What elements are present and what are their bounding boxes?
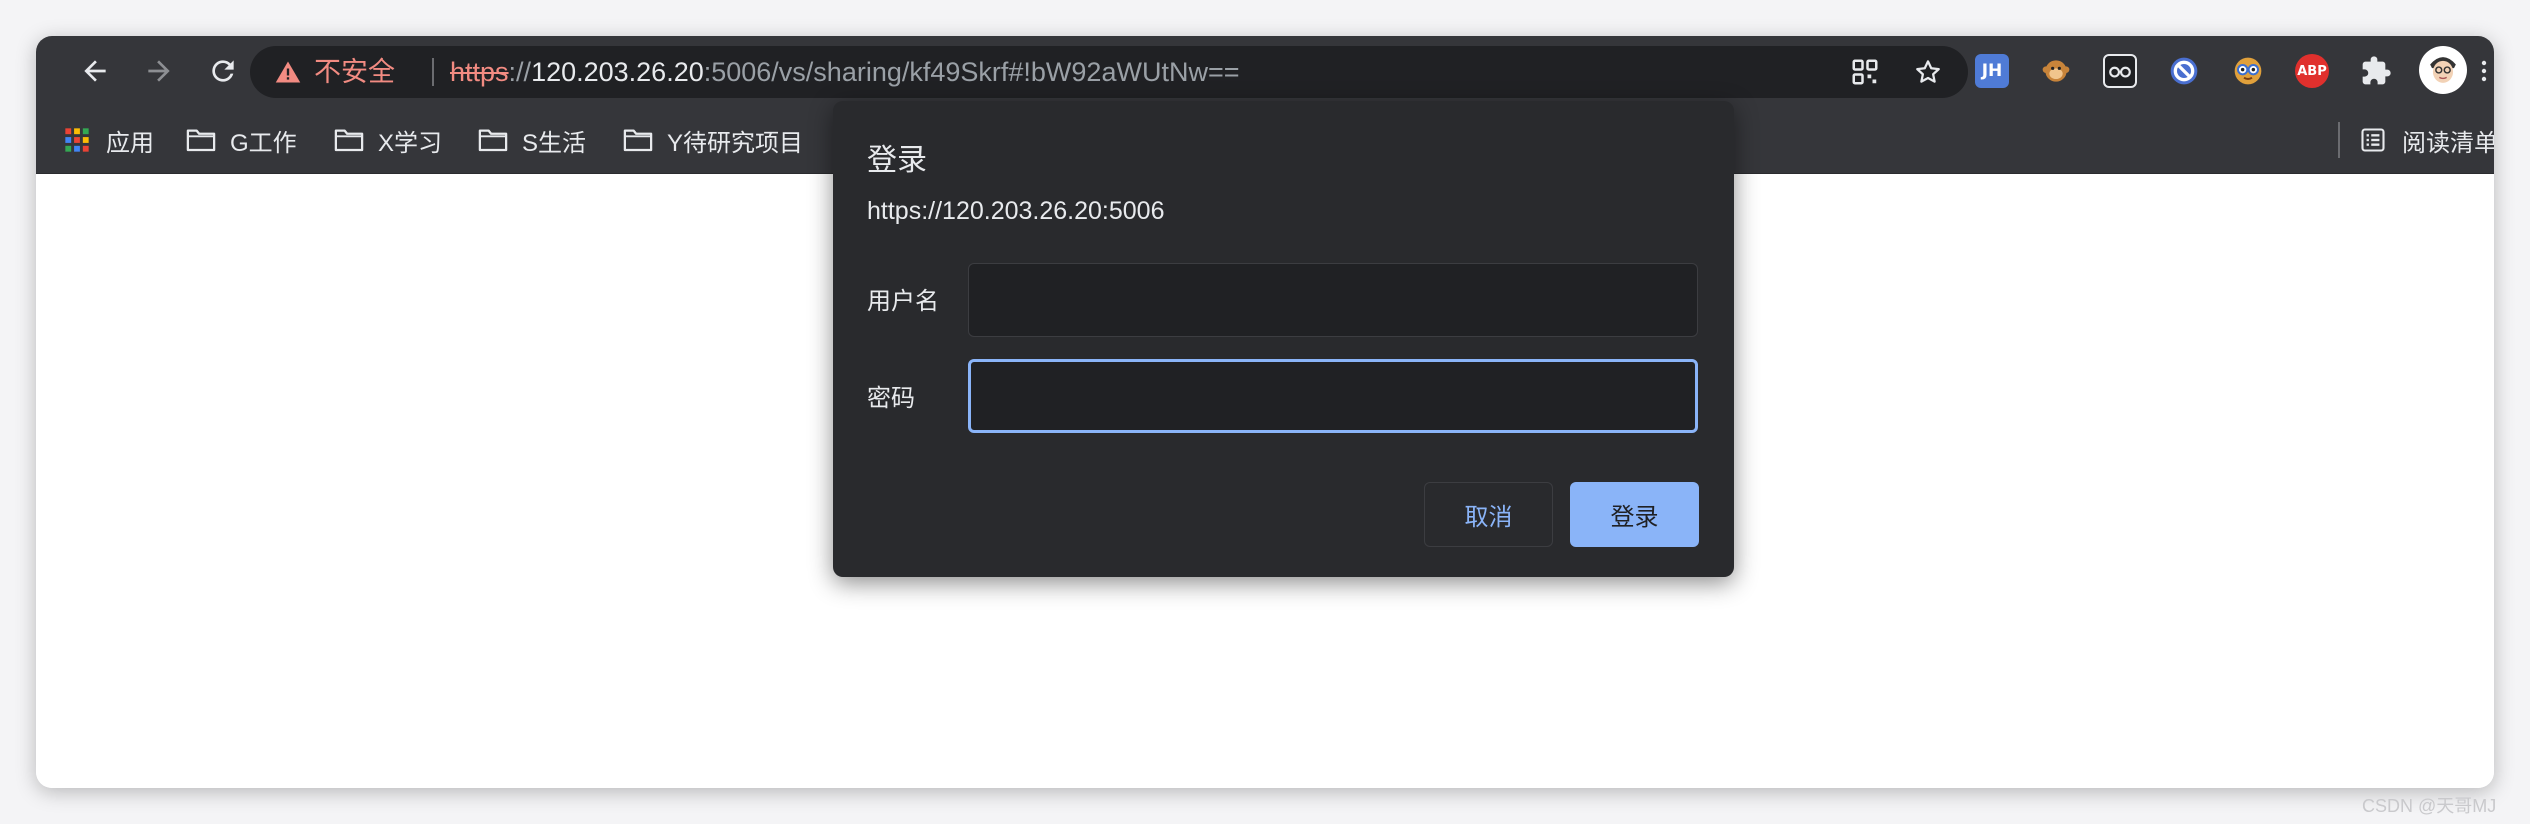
bookmark-folder-work[interactable]: G工作 (186, 124, 297, 157)
kebab-menu-icon (2481, 60, 2487, 82)
dialog-title: 登录 (867, 144, 927, 177)
bookmark-star-button[interactable] (1913, 57, 1943, 87)
url-path: :5006/vs/sharing/kf49Skrf#!bW92aWUtNw== (703, 57, 1240, 87)
omnibox-divider (432, 58, 434, 86)
login-dialog: 登录 https://120.203.26.20:5006 用户名 密码 取消 … (833, 101, 1734, 577)
nerd-extension-icon[interactable] (2231, 54, 2265, 88)
watermark: CSDN @天哥MJ (2362, 796, 2497, 816)
profile-avatar[interactable] (2419, 46, 2467, 94)
folder-icon (478, 129, 508, 152)
cancel-button[interactable]: 取消 (1424, 482, 1553, 547)
browser-window: 不安全 https://120.203.26.20:5006/vs/sharin… (36, 36, 2494, 788)
bookmark-label: 应用 (106, 129, 154, 157)
folder-icon (623, 129, 653, 152)
url-text[interactable]: https://120.203.26.20:5006/vs/sharing/kf… (450, 56, 1239, 88)
puzzle-piece-icon (2362, 56, 2391, 85)
qr-code-icon (1852, 59, 1878, 85)
bookmark-label: S生活 (522, 129, 587, 157)
nerd-face-icon (2234, 57, 2262, 85)
blocked-circle-icon (2170, 57, 2198, 85)
back-button[interactable] (76, 52, 114, 90)
reload-button[interactable] (204, 52, 242, 90)
block-extension-icon[interactable] (2167, 54, 2201, 88)
adblock-extension-icon[interactable]: ABP (2295, 54, 2329, 88)
bookmark-folder-study[interactable]: X学习 (334, 124, 443, 157)
not-secure-label[interactable]: 不安全 (314, 56, 395, 88)
arrow-left-icon (84, 60, 106, 82)
url-scheme: https (450, 57, 509, 87)
password-label: 密码 (867, 385, 915, 412)
bookmark-label: X学习 (378, 129, 443, 157)
url-host: 120.203.26.20 (531, 57, 704, 87)
browser-toolbar: 不安全 https://120.203.26.20:5006/vs/sharin… (36, 36, 2494, 106)
bookmarks-divider (2338, 122, 2340, 158)
avatar-face-icon (2422, 49, 2464, 91)
glasses-extension-icon[interactable] (2103, 54, 2137, 88)
bookmark-label: Y待研究项目 (667, 129, 804, 157)
bookmark-folder-life[interactable]: S生活 (478, 124, 587, 157)
username-field[interactable] (968, 263, 1698, 337)
dialog-origin: https://120.203.26.20:5006 (867, 197, 1165, 225)
extensions-button[interactable] (2359, 54, 2393, 88)
qr-code-button[interactable] (1850, 57, 1880, 87)
password-field[interactable] (968, 359, 1698, 433)
folder-icon (334, 129, 364, 152)
reading-list-label: 阅读清单 (2402, 129, 2494, 157)
monkey-face-icon (2042, 60, 2070, 82)
apps-grid-icon (65, 128, 89, 152)
glasses-icon (2109, 66, 2131, 78)
reading-list-icon (2361, 128, 2385, 152)
bookmark-apps[interactable]: 应用 (62, 124, 154, 157)
forward-button[interactable] (140, 52, 178, 90)
login-button[interactable]: 登录 (1570, 482, 1699, 547)
username-label: 用户名 (867, 288, 939, 315)
menu-button[interactable] (2476, 54, 2492, 88)
reload-icon (212, 60, 234, 82)
url-separator: :// (508, 57, 532, 87)
reading-list-button[interactable]: 阅读清单 (2358, 124, 2494, 157)
address-bar[interactable]: 不安全 https://120.203.26.20:5006/vs/sharin… (250, 46, 1968, 98)
folder-icon (186, 129, 216, 152)
star-icon (1916, 60, 1940, 83)
bookmark-folder-projects[interactable]: Y待研究项目 (623, 124, 804, 157)
jh-extension-icon[interactable]: JH (1975, 54, 2009, 88)
warning-triangle-icon (275, 61, 301, 83)
arrow-right-icon (148, 60, 170, 82)
monkey-extension-icon[interactable] (2039, 54, 2073, 88)
bookmark-label: G工作 (230, 129, 297, 157)
